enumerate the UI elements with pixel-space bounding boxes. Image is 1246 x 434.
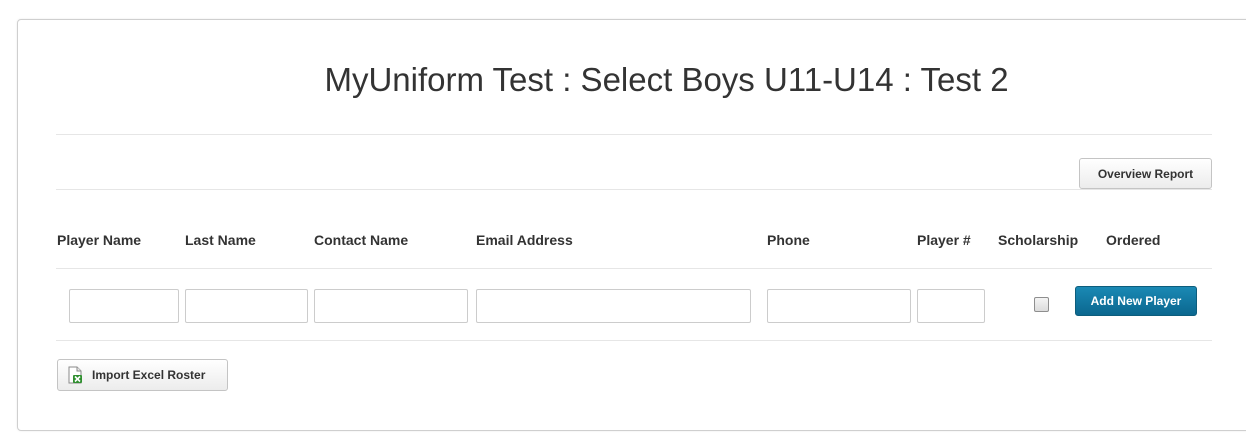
column-header-phone: Phone <box>767 232 810 248</box>
email-address-input[interactable] <box>476 289 751 323</box>
column-header-last-name: Last Name <box>185 232 256 248</box>
player-name-input[interactable] <box>69 289 179 323</box>
add-new-player-button[interactable]: Add New Player <box>1075 286 1197 316</box>
phone-input[interactable] <box>767 289 911 323</box>
contact-name-input[interactable] <box>314 289 468 323</box>
player-number-input[interactable] <box>917 289 985 323</box>
import-excel-roster-button[interactable]: Import Excel Roster <box>57 359 228 391</box>
page-title: MyUniform Test : Select Boys U11-U14 : T… <box>324 61 1009 98</box>
header-divider <box>56 268 1212 269</box>
last-name-input[interactable] <box>185 289 308 323</box>
import-excel-roster-label: Import Excel Roster <box>92 368 206 382</box>
toolbar-divider <box>56 189 1212 190</box>
column-header-scholarship: Scholarship <box>998 232 1079 248</box>
scholarship-checkbox[interactable] <box>1034 297 1049 312</box>
column-header-ordered: Ordered <box>1106 232 1161 248</box>
column-header-player-name: Player Name <box>57 232 142 248</box>
title-divider <box>56 134 1212 135</box>
row-divider <box>56 340 1212 341</box>
excel-file-icon <box>66 366 84 384</box>
overview-report-button[interactable]: Overview Report <box>1079 158 1212 189</box>
column-header-email-address: Email Address <box>476 232 573 248</box>
column-header-player-number: Player # <box>917 232 971 248</box>
column-header-contact-name: Contact Name <box>314 232 409 248</box>
